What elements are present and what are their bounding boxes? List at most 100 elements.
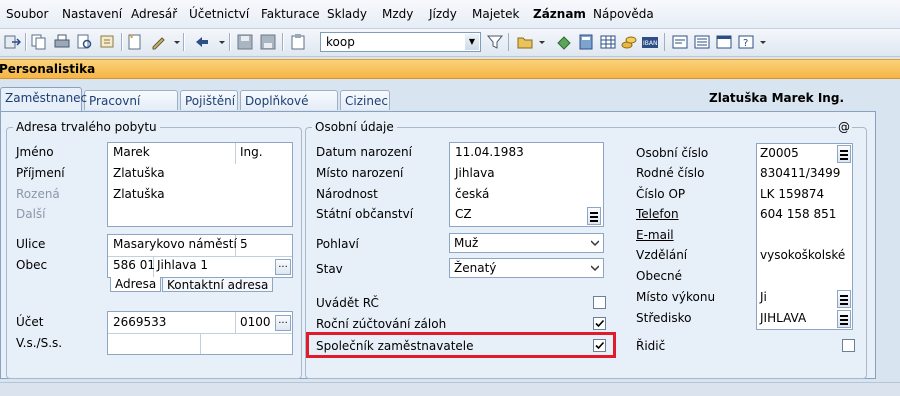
print-icon[interactable] — [53, 33, 71, 51]
citizenship-picker[interactable] — [587, 207, 601, 225]
personal-no-field[interactable]: Z0005 — [760, 146, 799, 160]
driver-checkbox[interactable] — [842, 339, 855, 352]
birth-date-field[interactable]: 11.04.1983 — [455, 145, 524, 159]
menu-ucetnictvi[interactable]: Účetnictví — [189, 7, 249, 21]
street-field[interactable]: Masarykovo náměstí — [113, 237, 237, 251]
work-place-picker[interactable] — [837, 290, 851, 308]
svg-text:IBAN: IBAN — [643, 40, 657, 47]
first-name-field[interactable]: Marek — [113, 145, 150, 159]
annual-tax-label: Roční zúčtování záloh — [316, 317, 447, 331]
tab-doplnkove-udaje[interactable]: Doplňkové údaje — [240, 90, 338, 128]
save-icon[interactable] — [236, 33, 254, 51]
city-field[interactable]: Jihlava 1 — [157, 258, 208, 272]
menu-zaznam[interactable]: Záznam — [533, 7, 586, 21]
nationality-label: Národnost — [316, 187, 378, 201]
last-name-field[interactable]: Zlatuška — [113, 166, 165, 180]
exit-icon[interactable] — [3, 33, 21, 51]
born-field[interactable]: Zlatuška — [113, 187, 165, 201]
education-field[interactable]: vysokoškolské — [760, 248, 845, 262]
search-combo[interactable]: koop ▼ — [320, 32, 481, 52]
bank-lookup-button[interactable]: ... — [275, 315, 291, 331]
menu-majetek[interactable]: Majetek — [472, 7, 519, 21]
menu-soubor[interactable]: Soubor — [6, 7, 48, 21]
chevron-down-icon[interactable] — [168, 33, 180, 51]
tab-cizinec[interactable]: Cizinec — [340, 90, 390, 110]
citizenship-label: Státní občanství — [316, 207, 414, 221]
chevron-down-icon[interactable] — [213, 33, 225, 51]
menu-mzdy[interactable]: Mzdy — [382, 7, 413, 21]
new-record-icon[interactable] — [126, 33, 144, 51]
nationality-field[interactable]: česká — [455, 187, 489, 201]
tab-zamestnanec[interactable]: Zaměstnanec — [0, 87, 87, 111]
employee-name: Zlatuška Marek Ing. — [709, 91, 844, 105]
copy-icon[interactable] — [30, 33, 48, 51]
highlight-box — [306, 332, 616, 358]
subtab-kontaktni-adresa[interactable]: Kontaktní adresa — [162, 277, 274, 292]
show-rc-label: Uvádět RČ — [316, 296, 379, 310]
email-link[interactable]: E-mail — [636, 228, 674, 242]
svg-text:?: ? — [743, 38, 748, 49]
born-label: Rozená — [16, 187, 60, 201]
status-select[interactable]: Ženatý — [449, 258, 604, 278]
phone-field[interactable]: 604 158 851 — [760, 207, 836, 221]
folder-icon[interactable] — [516, 33, 534, 51]
center-picker[interactable] — [837, 310, 851, 328]
account-field[interactable]: 2669533 — [113, 315, 166, 329]
center-field[interactable]: JIHLAVA — [760, 311, 806, 325]
window-icon[interactable] — [715, 33, 733, 51]
menu-adresar[interactable]: Adresář — [131, 7, 177, 21]
menu-jizdy[interactable]: Jízdy — [429, 7, 457, 21]
subtab-adresa[interactable]: Adresa — [110, 277, 162, 292]
chevron-down-icon — [591, 240, 599, 247]
title-field[interactable]: Ing. — [240, 145, 263, 159]
edit-icon[interactable] — [150, 33, 168, 51]
zip-field[interactable]: 586 01 — [113, 258, 155, 272]
chevron-down-icon[interactable] — [537, 33, 547, 51]
show-rc-checkbox[interactable] — [593, 296, 606, 309]
menu-nastaveni[interactable]: Nastavení — [62, 7, 122, 21]
menu-bar: Soubor Nastavení Adresář Účetnictví Fakt… — [0, 0, 900, 29]
birth-date-label: Datum narození — [316, 145, 412, 159]
chevron-down-icon[interactable]: ▼ — [465, 34, 479, 50]
tab-pojisteni[interactable]: Pojištění — [180, 90, 238, 110]
general-label: Obecné — [636, 269, 683, 283]
work-place-label: Místo výkonu — [636, 290, 716, 304]
id-card-field[interactable]: LK 159874 — [760, 187, 824, 201]
status-bar — [0, 382, 900, 396]
personal-no-label: Osobní číslo — [636, 146, 709, 160]
filter-icon[interactable] — [486, 33, 504, 51]
money-icon[interactable] — [555, 33, 573, 51]
street-label: Ulice — [16, 237, 46, 251]
annual-tax-checkbox[interactable] — [593, 317, 606, 330]
birth-place-field[interactable]: Jihlava — [455, 166, 495, 180]
menu-fakturace[interactable]: Fakturace — [261, 7, 320, 21]
chevron-down-icon[interactable] — [758, 33, 768, 51]
coins-icon[interactable] — [620, 33, 638, 51]
education-label: Vzdělání — [636, 248, 688, 262]
tab-pracovni-pomer[interactable]: Pracovní poměr — [84, 90, 178, 128]
id-card-label: Číslo OP — [636, 187, 686, 201]
disk-icon[interactable] — [259, 33, 277, 51]
bank-code-field[interactable]: 0100 — [240, 315, 271, 329]
iban-icon[interactable]: IBAN — [641, 33, 659, 51]
back-icon[interactable] — [193, 33, 211, 51]
house-number-field[interactable]: 5 — [240, 237, 248, 251]
list-icon[interactable] — [693, 33, 711, 51]
menu-napoveda[interactable]: Nápověda — [593, 7, 654, 21]
city-lookup-button[interactable]: ... — [275, 259, 291, 275]
form-icon[interactable] — [671, 33, 689, 51]
menu-sklady[interactable]: Sklady — [327, 7, 367, 21]
print-preview-icon[interactable] — [76, 33, 94, 51]
print-setup-icon[interactable] — [99, 33, 117, 51]
clipboard-icon[interactable] — [289, 33, 307, 51]
birth-no-field[interactable]: 830411/3499 — [760, 166, 840, 180]
calculator-icon[interactable] — [577, 33, 595, 51]
gender-select[interactable]: Muž — [449, 233, 604, 253]
help-icon[interactable]: ? — [737, 33, 755, 51]
phone-link[interactable]: Telefon — [636, 207, 679, 221]
citizenship-field[interactable]: CZ — [455, 207, 472, 221]
search-input[interactable]: koop — [326, 35, 355, 49]
work-place-field[interactable]: Ji — [760, 290, 767, 304]
table-icon[interactable] — [599, 33, 617, 51]
personal-no-picker[interactable] — [837, 145, 851, 163]
